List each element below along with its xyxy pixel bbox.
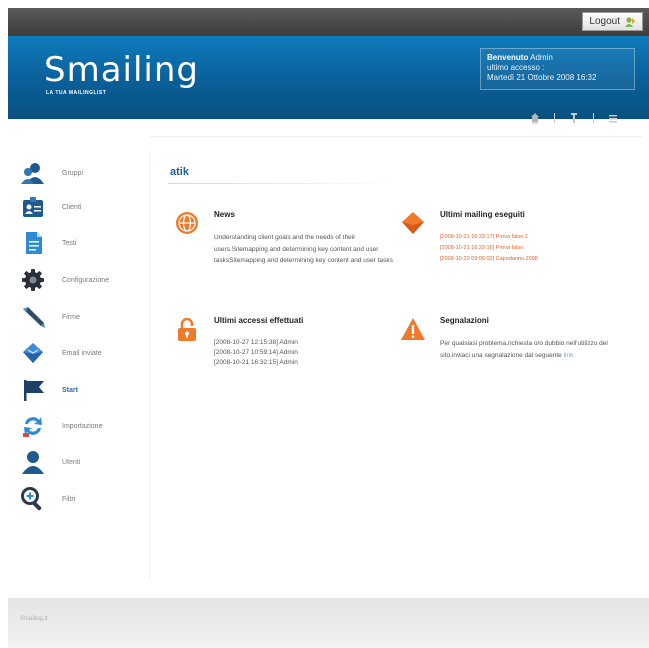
access-panel: Ultimi accessi effettuati [2008-10-27 12… — [174, 316, 384, 386]
import-icon — [23, 417, 42, 437]
report-link[interactable]: link — [564, 352, 574, 359]
sidebar-item-label: Utenti — [62, 458, 81, 466]
sent-email-icon — [23, 343, 43, 363]
warning-icon — [401, 318, 425, 340]
access-list: [2008-10-27 12:15:38] Admin [2008-10-27 … — [214, 338, 394, 368]
access-item: [2008-10-27 12:15:38] Admin — [214, 339, 298, 346]
mailing-list: [2008-10-21 16:33:17] Prova falso 2 [200… — [440, 232, 620, 265]
gear-icon — [22, 269, 44, 291]
globe-icon — [176, 212, 198, 234]
sidebar-item-gruppi[interactable]: Gruppi — [20, 158, 145, 188]
toolbar-icons — [530, 112, 618, 124]
lock-icon — [178, 317, 196, 341]
sidebar-item-label: Filtri — [62, 495, 76, 503]
mailing-title: Ultimi mailing eseguiti — [440, 210, 525, 219]
logout-label: Logout — [589, 16, 620, 27]
sidebar-item-label: Firme — [62, 313, 80, 321]
reports-text: Per qualsiasi problema,richiesta o/o dub… — [440, 340, 608, 359]
mailing-item[interactable]: [2008-10-21 16:29:16] Prova falso — [440, 243, 620, 254]
toolbar-rule — [150, 136, 642, 137]
welcome-user: Admin — [528, 53, 553, 62]
sidebar-item-label: Configurazione — [62, 276, 110, 284]
logout-button[interactable]: Logout — [582, 12, 643, 31]
sidebar-item-label: Email inviate — [62, 349, 102, 357]
access-title: Ultimi accessi effettuati — [214, 316, 304, 325]
mailing-item[interactable]: [2008-10-20 09:06:02] Capodanno 2008 — [440, 254, 620, 265]
mailing-item[interactable]: [2008-10-21 16:33:17] Prova falso 2 — [440, 232, 620, 243]
last-access-label: ultimo accesso : — [487, 63, 545, 72]
logout-user-icon — [625, 16, 635, 27]
sidebar-item-label: Start — [62, 386, 78, 394]
news-title: News — [214, 210, 235, 219]
footer-text: Smailing.it — [20, 616, 48, 622]
sidebar-item-testi[interactable]: Testi — [20, 228, 145, 258]
toolbar-divider — [554, 113, 555, 123]
news-panel: News Understanding client goals and the … — [174, 210, 393, 290]
user-icon — [22, 451, 44, 474]
menu-icon[interactable] — [608, 112, 618, 124]
logo-tagline: LA TUA MAILINGLIST — [46, 90, 107, 96]
sidebar-item-clienti[interactable]: Clienti — [20, 192, 145, 222]
news-body: Understanding client goals and the needs… — [214, 234, 393, 264]
reports-body: Per qualsiasi problema,richiesta o/o dub… — [440, 338, 620, 361]
sidebar-item-importazione[interactable]: Importazione — [20, 411, 145, 441]
home-icon[interactable] — [530, 112, 540, 124]
contact-card-icon — [23, 197, 43, 217]
last-access-date: Martedì 21 Ottobre 2008 16:32 — [487, 73, 597, 82]
help-icon[interactable] — [569, 112, 579, 124]
sidebar-item-configurazione[interactable]: Configurazione — [20, 265, 145, 295]
sidebar-item-firme[interactable]: Firme — [20, 302, 145, 332]
sidebar-item-utenti[interactable]: Utenti — [20, 447, 145, 477]
access-item: [2008-10-21 16:32:15] Admin — [214, 359, 298, 366]
welcome-box: Benvenuto Admin ultimo accesso : Martedì… — [480, 48, 635, 90]
reports-title: Segnalazioni — [440, 316, 489, 325]
flag-icon — [24, 380, 44, 401]
mailing-panel: Ultimi mailing eseguiti [2008-10-21 16:3… — [400, 210, 610, 290]
search-filter-icon — [21, 487, 42, 511]
toolbar-divider — [593, 113, 594, 123]
sidebar-item-label: Gruppi — [62, 169, 84, 177]
email-icon — [402, 212, 424, 234]
reports-panel: Segnalazioni Per qualsiasi problema,rich… — [400, 316, 610, 386]
document-icon — [26, 232, 42, 254]
footer: Smailing.it — [8, 598, 649, 648]
logo[interactable]: Smailing — [44, 50, 199, 90]
welcome-label: Benvenuto — [487, 53, 529, 62]
sidebar-item-filtri[interactable]: Filtri — [20, 484, 145, 514]
title-divider — [168, 183, 398, 184]
sidebar-item-label: Clienti — [62, 203, 82, 211]
sidebar-item-email-inviate[interactable]: Email inviate — [20, 338, 145, 368]
page-title: atik — [170, 166, 189, 178]
site-header: Smailing LA TUA MAILINGLIST Benvenuto Ad… — [8, 36, 649, 119]
sidebar-item-label: Testi — [62, 239, 77, 247]
group-icon — [21, 163, 44, 184]
top-bar: Logout — [8, 8, 649, 36]
access-item: [2008-10-27 10:59:14] Admin — [214, 349, 298, 356]
sidebar: Gruppi Clienti Testi Configurazione Firm… — [20, 150, 150, 580]
pen-icon — [23, 307, 45, 328]
sidebar-item-label: Importazione — [62, 422, 103, 430]
sidebar-item-start[interactable]: Start — [20, 375, 145, 405]
